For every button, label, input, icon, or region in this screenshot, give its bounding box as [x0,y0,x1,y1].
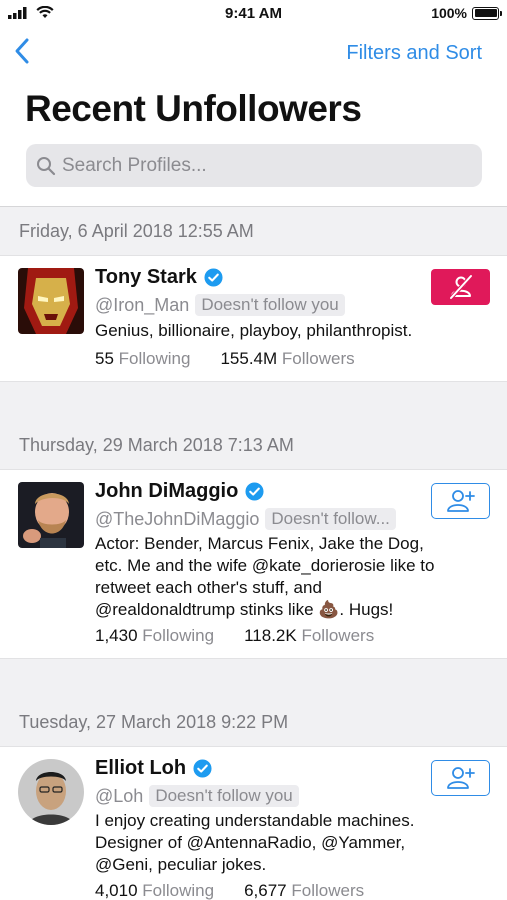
avatar [18,268,84,334]
followers-stat[interactable]: 155.4M Followers [220,349,354,369]
bio-line: Actor: Bender, Marcus Fenix, Jake the Do… [95,534,424,553]
profile-bio: I enjoy creating understandable machines… [95,810,480,876]
add-user-icon [446,767,475,789]
section-date: Tuesday, 27 March 2018 9:22 PM [19,712,289,732]
search-input[interactable]: Search Profiles... [26,144,482,187]
follow-status-badge: Doesn't follow... [265,508,396,530]
back-button[interactable] [12,36,40,68]
search-placeholder: Search Profiles... [62,154,207,176]
bio-line: etc. Me and the wife @kate_dorierosie li… [95,556,435,575]
battery-icon [472,6,502,20]
filters-and-sort-button[interactable]: Filters and Sort [346,42,482,65]
name-row: Tony Stark [95,266,223,289]
following-stat[interactable]: 1,430 Following [95,626,214,646]
search-icon [37,156,56,175]
bio-line: I enjoy creating understandable machines… [95,811,415,830]
follow-status-badge: Doesn't follow you [149,785,299,807]
handle-row: @Loh Doesn't follow you [95,785,299,807]
verified-badge-icon [204,268,223,287]
follow-button[interactable] [431,760,490,796]
page-title: Recent Unfollowers [25,88,362,129]
verified-badge-icon [245,482,264,501]
handle-row: @Iron_Man Doesn't follow you [95,294,345,316]
followers-stat[interactable]: 118.2K Followers [244,626,374,646]
name-row: John DiMaggio [95,480,264,503]
profile-handle: @TheJohnDiMaggio [95,508,260,529]
follow-status-badge: Doesn't follow you [195,294,345,316]
follow-button[interactable] [431,483,490,519]
status-right: 100% [431,5,502,21]
profile-stats: 1,430 Following 118.2K Followers [95,626,374,646]
profile-card[interactable]: John DiMaggio @TheJohnDiMaggio Doesn't f… [0,470,507,658]
bio-line: Designer of @AntennaRadio, @Yammer, [95,833,406,852]
following-stat[interactable]: 4,010 Following [95,881,214,900]
profile-bio: Actor: Bender, Marcus Fenix, Jake the Do… [95,533,480,621]
section-date: Friday, 6 April 2018 12:55 AM [19,221,254,241]
nav-bar: Filters and Sort [0,30,507,76]
profile-name: Tony Stark [95,266,197,288]
following-stat[interactable]: 55 Following [95,349,190,369]
unfollow-button[interactable] [431,269,490,305]
profile-name: John DiMaggio [95,480,239,502]
name-row: Elliot Loh [95,757,212,780]
unfollow-icon [449,274,472,300]
verified-badge-icon [193,759,212,778]
profile-card[interactable]: Tony Stark @Iron_Man Doesn't follow you … [0,256,507,381]
profile-stats: 4,010 Following 6,677 Followers [95,881,364,900]
bio-line: @realdonaldtrump stinks like 💩. Hugs! [95,600,394,619]
status-bar: 9:41 AM 100% [0,0,507,28]
chevron-left-icon [15,38,29,64]
avatar [18,482,84,548]
section-gap [0,381,507,421]
profile-handle: @Iron_Man [95,294,190,315]
profile-card[interactable]: Elliot Loh @Loh Doesn't follow you I enj… [0,747,507,900]
profile-name: Elliot Loh [95,757,187,779]
profile-stats: 55 Following 155.4M Followers [95,349,355,369]
profile-bio: Genius, billionaire, playboy, philanthro… [95,321,413,340]
section-date-header: Friday, 6 April 2018 12:55 AM [0,207,507,256]
section-gap [0,658,507,698]
battery-percent: 100% [431,5,467,21]
section-date-header: Thursday, 29 March 2018 7:13 AM [0,421,507,470]
profile-handle: @Loh [95,785,144,806]
section-date: Thursday, 29 March 2018 7:13 AM [19,435,294,455]
section-date-header: Tuesday, 27 March 2018 9:22 PM [0,698,507,747]
add-user-icon [446,490,475,512]
bio-line: retweet each other's stuff, and [95,578,322,597]
bio-line: @Geni, peculiar jokes. [95,855,267,874]
avatar [18,759,84,825]
followers-stat[interactable]: 6,677 Followers [244,881,364,900]
handle-row: @TheJohnDiMaggio Doesn't follow... [95,508,396,530]
